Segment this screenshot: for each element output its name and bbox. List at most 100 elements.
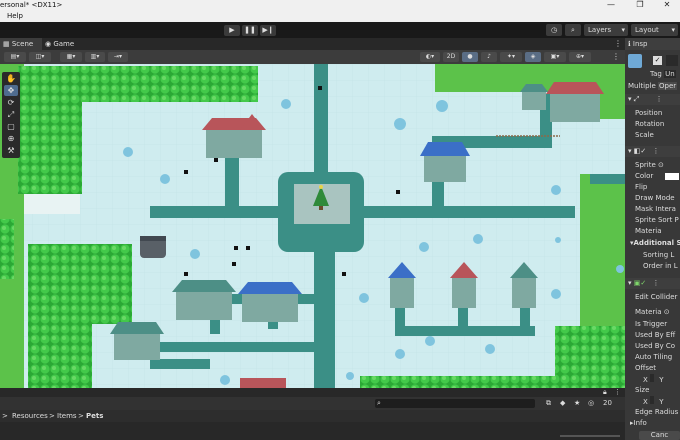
gizmos-dropdown[interactable]: ⊕▾ bbox=[569, 52, 591, 62]
layers-dropdown[interactable]: Layers ▾ bbox=[584, 24, 628, 36]
tab-game[interactable]: ◉ Game bbox=[42, 38, 77, 50]
breadcrumb-sep: > bbox=[78, 412, 84, 420]
project-search-input[interactable]: ⌕ bbox=[375, 399, 535, 408]
audio-icon[interactable]: ♪ bbox=[481, 52, 497, 62]
orientation-dropdown[interactable]: ◐▾ bbox=[420, 52, 440, 62]
is-trigger-label: Is Trigger bbox=[635, 320, 668, 328]
project-toolbar: ⌕ ⧉ ◆ ★ ◎ 20 bbox=[0, 397, 625, 410]
asset-count-badge: 20 bbox=[603, 399, 612, 407]
sprite-label: Sprite ⊙ bbox=[625, 160, 680, 171]
search-by-type-icon[interactable]: ⧉ bbox=[546, 399, 551, 408]
inspector-tab[interactable]: ℹ Insp bbox=[625, 38, 680, 50]
hand-tool-icon[interactable]: ✋ bbox=[4, 73, 18, 84]
tab-scene[interactable]: ▦ Scene bbox=[0, 38, 42, 50]
component-menu-icon[interactable]: ⋮ bbox=[642, 95, 663, 103]
hidden-packages-icon[interactable]: ◎ bbox=[588, 399, 594, 407]
target-icon[interactable]: ⊙ bbox=[664, 308, 670, 316]
close-button[interactable]: ✕ bbox=[656, 0, 678, 10]
move-tool-icon[interactable]: ✥ bbox=[4, 85, 18, 96]
sprite-sort-point-label: Sprite Sort P bbox=[635, 216, 679, 224]
color-label: Color bbox=[625, 171, 680, 182]
title-bar: ersonal* <DX11> — ❐ ✕ bbox=[0, 0, 680, 10]
scale-label: Scale bbox=[635, 131, 654, 139]
size-xy-row: X Y bbox=[625, 396, 680, 407]
breadcrumb-resources[interactable]: Resources bbox=[12, 410, 48, 422]
breadcrumb-items[interactable]: Items bbox=[57, 410, 77, 422]
search-icon[interactable]: ⌕ bbox=[565, 24, 581, 36]
layout-dropdown[interactable]: Layout ▾ bbox=[631, 24, 678, 36]
lock-icon[interactable]: 🔒︎ bbox=[603, 388, 607, 397]
scale-tool-icon[interactable]: ⤢ bbox=[4, 109, 18, 120]
saved-search-icon[interactable]: ★ bbox=[574, 399, 580, 407]
custom-tool-icon[interactable]: ⚒ bbox=[4, 145, 18, 156]
scene-menu-icon[interactable]: ⋮ bbox=[612, 52, 620, 61]
chevron-down-icon: ▾ bbox=[628, 147, 632, 155]
open-button[interactable]: Oper bbox=[658, 82, 678, 90]
size-x-field[interactable] bbox=[650, 396, 655, 404]
scene-tab-icon: ▦ bbox=[3, 40, 12, 48]
maximize-button[interactable]: ❐ bbox=[629, 0, 651, 10]
info-icon: ℹ bbox=[628, 40, 631, 48]
chevron-down-icon: ▾ bbox=[671, 26, 675, 34]
transform-tool-icon[interactable]: ⊕ bbox=[4, 133, 18, 144]
effects-dropdown[interactable]: ✦▾ bbox=[500, 52, 522, 62]
collider-header[interactable]: ▾ ▣✓ ⋮ bbox=[625, 278, 680, 289]
order-in-layer-label: Order in L bbox=[643, 262, 678, 270]
cancel-button[interactable]: Canc bbox=[639, 431, 680, 440]
rotate-tool-icon[interactable]: ⟳ bbox=[4, 97, 18, 108]
info-foldout[interactable]: ▸Info bbox=[625, 418, 680, 429]
flip-label: Flip bbox=[635, 183, 648, 191]
toggle-2d-button[interactable]: 2D bbox=[443, 52, 459, 62]
history-icon[interactable]: ◷ bbox=[546, 24, 562, 36]
draw-mode-dropdown[interactable]: ▤▾ bbox=[4, 52, 26, 62]
search-icon: ⌕ bbox=[377, 399, 381, 407]
tilemap-canvas[interactable] bbox=[0, 64, 625, 388]
shading-dropdown[interactable]: ◫▾ bbox=[29, 52, 51, 62]
breadcrumb-sep: > bbox=[49, 412, 55, 420]
offset-x-label: X bbox=[643, 376, 648, 384]
collider-material-label: Materia ⊙ bbox=[625, 307, 680, 318]
increment-snap-dropdown[interactable]: ⇥▾ bbox=[108, 52, 128, 62]
sprite-renderer-header[interactable]: ▾ ◧✓ ⋮ bbox=[625, 146, 680, 157]
name-field[interactable] bbox=[666, 55, 678, 66]
pause-button[interactable]: ❚❚ bbox=[242, 25, 258, 36]
sprite-field-label: Sprite bbox=[635, 161, 656, 169]
camera-dropdown[interactable]: ▣▾ bbox=[544, 52, 566, 62]
component-menu-icon[interactable]: ⋮ bbox=[648, 147, 659, 155]
component-menu-icon[interactable]: ⋮ bbox=[648, 279, 659, 287]
tab-menu-icon[interactable]: ⋮ bbox=[614, 39, 622, 48]
grid-dropdown[interactable]: ▥▾ bbox=[85, 52, 105, 62]
transform-icon: ⤢ bbox=[633, 95, 640, 103]
minimize-button[interactable]: — bbox=[600, 0, 622, 10]
zoom-slider[interactable] bbox=[560, 435, 620, 437]
inspector-tab-label: Insp bbox=[632, 40, 648, 48]
hidden-objects-icon[interactable]: ◈ bbox=[525, 52, 541, 62]
color-field-label: Color bbox=[635, 172, 654, 180]
edge-radius-label: Edge Radius bbox=[635, 408, 679, 416]
active-checkbox[interactable]: ✓ bbox=[653, 56, 662, 65]
transform-header[interactable]: ▾ ⤢ ⋮ bbox=[625, 94, 680, 105]
project-panel-tabbar: 🔒︎ ⋮ bbox=[0, 388, 625, 397]
panel-menu-icon[interactable]: ⋮ bbox=[614, 388, 621, 396]
tag-dropdown[interactable]: Un bbox=[664, 70, 676, 78]
scene-tools-panel: ✋ ✥ ⟳ ⤢ ▢ ⊕ ⚒ bbox=[2, 72, 20, 158]
target-icon[interactable]: ⊙ bbox=[658, 161, 664, 169]
used-by-effector-label: Used By Eff bbox=[635, 331, 676, 339]
tab-scene-label: Scene bbox=[11, 40, 34, 48]
offset-x-field[interactable] bbox=[650, 374, 655, 382]
menu-help[interactable]: Help bbox=[7, 10, 23, 22]
play-button[interactable]: ▶ bbox=[224, 25, 240, 36]
step-button[interactable]: ▶❙ bbox=[260, 25, 276, 36]
breadcrumb-pets[interactable]: Pets bbox=[86, 410, 103, 422]
scene-view[interactable] bbox=[0, 64, 625, 388]
search-by-label-icon[interactable]: ◆ bbox=[560, 399, 565, 407]
info-label: Info bbox=[633, 419, 647, 427]
menu-bar: Help bbox=[0, 10, 680, 22]
additional-settings-foldout[interactable]: ▾Additional S bbox=[625, 238, 680, 249]
color-swatch[interactable] bbox=[665, 173, 679, 180]
project-assets-area[interactable] bbox=[0, 422, 625, 440]
collider-material-text: Materia bbox=[635, 308, 662, 316]
lighting-icon[interactable]: ● bbox=[462, 52, 478, 62]
grid-snap-dropdown[interactable]: ▦▾ bbox=[60, 52, 82, 62]
rect-tool-icon[interactable]: ▢ bbox=[4, 121, 18, 132]
